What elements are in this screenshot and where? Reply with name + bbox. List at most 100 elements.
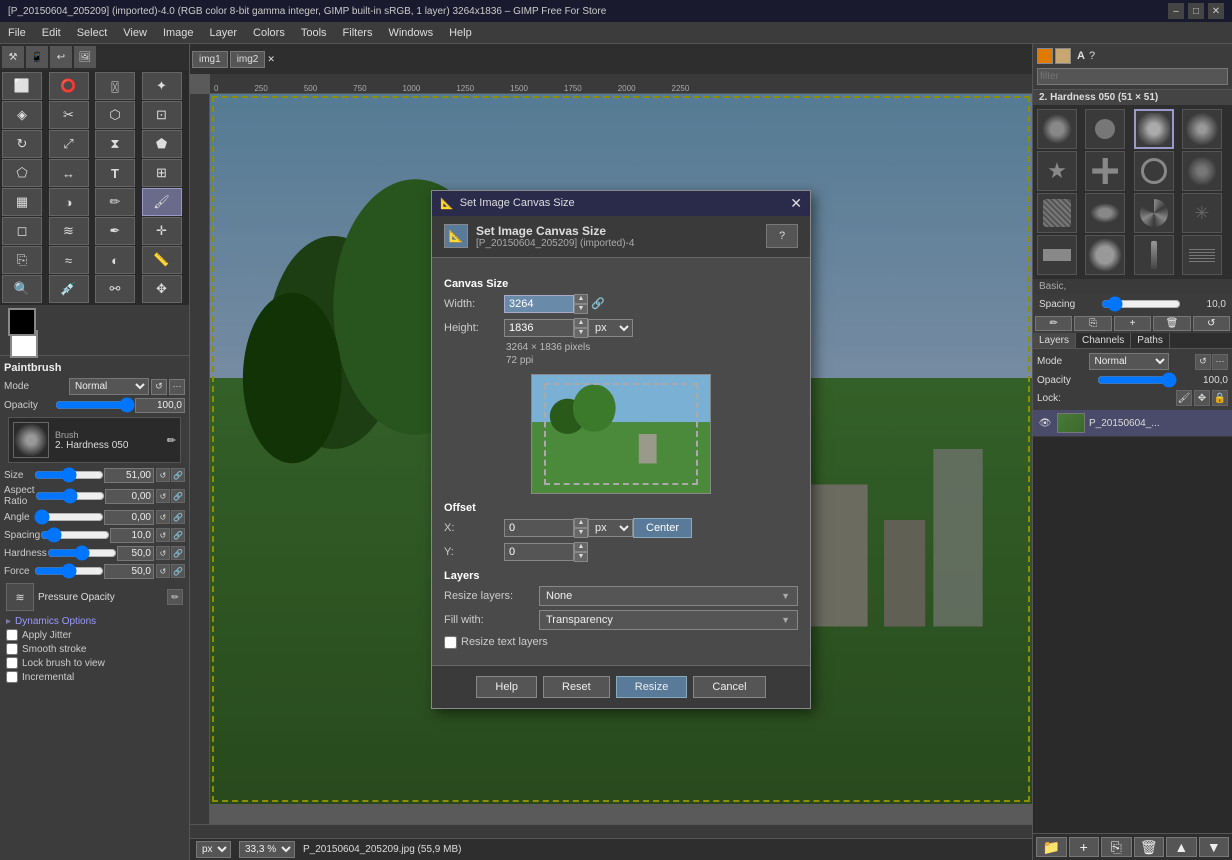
resize-layers-select[interactable]: None All Layers Image-sized layers <box>539 586 798 606</box>
center-button[interactable]: Center <box>633 518 692 538</box>
tool-fuzzy-select[interactable]: ✦ <box>142 72 182 100</box>
duplicate-layer-btn[interactable]: ⎘ <box>1101 837 1132 857</box>
reset-button[interactable]: Reset <box>543 676 610 698</box>
canvas-bg[interactable]: 📐 Set Image Canvas Size ✕ 📐 Set Image Ca… <box>210 94 1032 804</box>
paths-tab[interactable]: Paths <box>1131 333 1170 348</box>
tool-transform[interactable]: ⬠ <box>2 159 42 187</box>
menu-select[interactable]: Select <box>69 22 116 43</box>
y-spin-up[interactable]: ▲ <box>574 542 588 552</box>
maximize-btn[interactable]: □ <box>1188 3 1204 19</box>
menu-edit[interactable]: Edit <box>34 22 69 43</box>
tool-fg-select[interactable]: ⬡ <box>95 101 135 129</box>
tool-color-picker[interactable]: 💉 <box>49 275 89 303</box>
aspect-link[interactable]: 🔗 <box>171 489 185 503</box>
tool-flip[interactable]: ↔ <box>49 159 89 187</box>
lock-all-icon[interactable]: 🔒 <box>1212 390 1228 406</box>
mode-select[interactable]: Normal <box>69 378 149 395</box>
help-button[interactable]: Help <box>476 676 537 698</box>
cancel-button[interactable]: Cancel <box>693 676 765 698</box>
layers-tab[interactable]: Layers <box>1033 333 1076 348</box>
tab-undo-history[interactable]: ↩ <box>50 46 72 68</box>
channels-tab[interactable]: Channels <box>1076 333 1131 348</box>
offset-unit-select[interactable]: px <box>588 519 633 537</box>
brush-cell-2[interactable] <box>1085 109 1125 149</box>
brush-cell-16[interactable] <box>1182 235 1222 275</box>
tool-bucket-fill[interactable]: ▦ <box>2 188 42 216</box>
incremental-checkbox[interactable] <box>6 671 18 683</box>
brush-edit-btn-r[interactable]: ✏ <box>1035 316 1072 331</box>
size-slider[interactable] <box>34 467 104 483</box>
brush-cell-10[interactable] <box>1085 193 1125 233</box>
canvas-hscrollbar[interactable] <box>190 824 1032 838</box>
brush-cell-1[interactable] <box>1037 109 1077 149</box>
menu-windows[interactable]: Windows <box>380 22 441 43</box>
mode-more-btn[interactable]: ⋯ <box>169 379 185 395</box>
image-tab-2[interactable]: img2 <box>230 51 266 68</box>
x-input[interactable] <box>504 519 574 537</box>
tool-perspective[interactable]: ⬟ <box>142 130 182 158</box>
tool-scale[interactable]: ⤢ <box>49 130 89 158</box>
tool-scissors[interactable]: ✂ <box>49 101 89 129</box>
spacing-slider[interactable] <box>40 527 110 543</box>
tool-heal[interactable]: ✛ <box>142 217 182 245</box>
lock-brush-checkbox[interactable] <box>6 657 18 669</box>
y-input[interactable] <box>504 543 574 561</box>
mode-reset-btn[interactable]: ↺ <box>151 379 167 395</box>
tool-select-color[interactable]: ◈ <box>2 101 42 129</box>
tool-rect-select[interactable]: ⬜ <box>2 72 42 100</box>
layers-mode-reset[interactable]: ↺ <box>1195 354 1211 370</box>
brush-cell-12[interactable]: ✳ <box>1182 193 1222 233</box>
foreground-color-swatch[interactable] <box>8 308 36 336</box>
brush-cell-13[interactable] <box>1037 235 1077 275</box>
dialog-header-btn[interactable]: ? <box>766 224 798 248</box>
minimize-btn[interactable]: – <box>1168 3 1184 19</box>
size-reset[interactable]: ↺ <box>156 468 170 482</box>
tool-blend[interactable]: ◑ <box>49 188 89 216</box>
force-link[interactable]: 🔗 <box>171 564 185 578</box>
menu-colors[interactable]: Colors <box>245 22 293 43</box>
tool-rotate[interactable]: ↻ <box>2 130 42 158</box>
hardness-reset[interactable]: ↺ <box>156 546 170 560</box>
layers-mode-more[interactable]: ⋯ <box>1212 354 1228 370</box>
wh-link-icon[interactable]: 🔗 <box>588 294 608 314</box>
tool-clone[interactable]: ⎘ <box>2 246 42 274</box>
dynamics-options-expander[interactable]: ▸ <box>6 616 11 627</box>
tool-pencil[interactable]: ✏ <box>95 188 135 216</box>
menu-view[interactable]: View <box>115 22 155 43</box>
aspect-reset[interactable]: ↺ <box>156 489 170 503</box>
brush-cell-14[interactable] <box>1085 235 1125 275</box>
brush-cell-5[interactable]: ★ <box>1037 151 1077 191</box>
width-input[interactable] <box>504 295 574 313</box>
resize-button[interactable]: Resize <box>616 676 688 698</box>
brush-cell-9[interactable] <box>1037 193 1077 233</box>
brush-cell-15[interactable] <box>1134 235 1174 275</box>
height-input[interactable] <box>504 319 574 337</box>
tool-smudge[interactable]: ≈ <box>49 246 89 274</box>
tool-ellipse-select[interactable]: ⭕ <box>49 72 89 100</box>
brush-delete-btn[interactable]: 🗑 <box>1153 316 1190 331</box>
fill-with-select[interactable]: Transparency Foreground Color Background… <box>539 610 798 630</box>
hardness-link[interactable]: 🔗 <box>171 546 185 560</box>
angle-slider[interactable] <box>34 509 104 525</box>
new-layer-btn[interactable]: + <box>1069 837 1100 857</box>
tool-align[interactable]: ⊞ <box>142 159 182 187</box>
tab-tools[interactable]: ⚒ <box>2 46 24 68</box>
angle-reset[interactable]: ↺ <box>156 510 170 524</box>
brush-cell-6[interactable] <box>1085 151 1125 191</box>
menu-file[interactable]: File <box>0 22 34 43</box>
brush-new-btn[interactable]: + <box>1114 316 1151 331</box>
brush-edit-btn[interactable]: ✏ <box>167 434 176 447</box>
new-layer-group-btn[interactable]: 📁 <box>1036 837 1067 857</box>
tab-device-status[interactable]: 📱 <box>26 46 48 68</box>
x-spin-up[interactable]: ▲ <box>574 518 588 528</box>
x-spin-down[interactable]: ▼ <box>574 528 588 538</box>
delete-layer-btn[interactable]: 🗑 <box>1134 837 1165 857</box>
size-link[interactable]: 🔗 <box>171 468 185 482</box>
dynamics-options-label[interactable]: Dynamics Options <box>15 616 96 627</box>
tool-shear[interactable]: ⧗ <box>95 130 135 158</box>
layer-move-up-btn[interactable]: ▲ <box>1166 837 1197 857</box>
tool-crop[interactable]: ⊡ <box>142 101 182 129</box>
tool-airbrush[interactable]: ≋ <box>49 217 89 245</box>
menu-filters[interactable]: Filters <box>335 22 381 43</box>
tool-zoom[interactable]: 🔍 <box>2 275 42 303</box>
